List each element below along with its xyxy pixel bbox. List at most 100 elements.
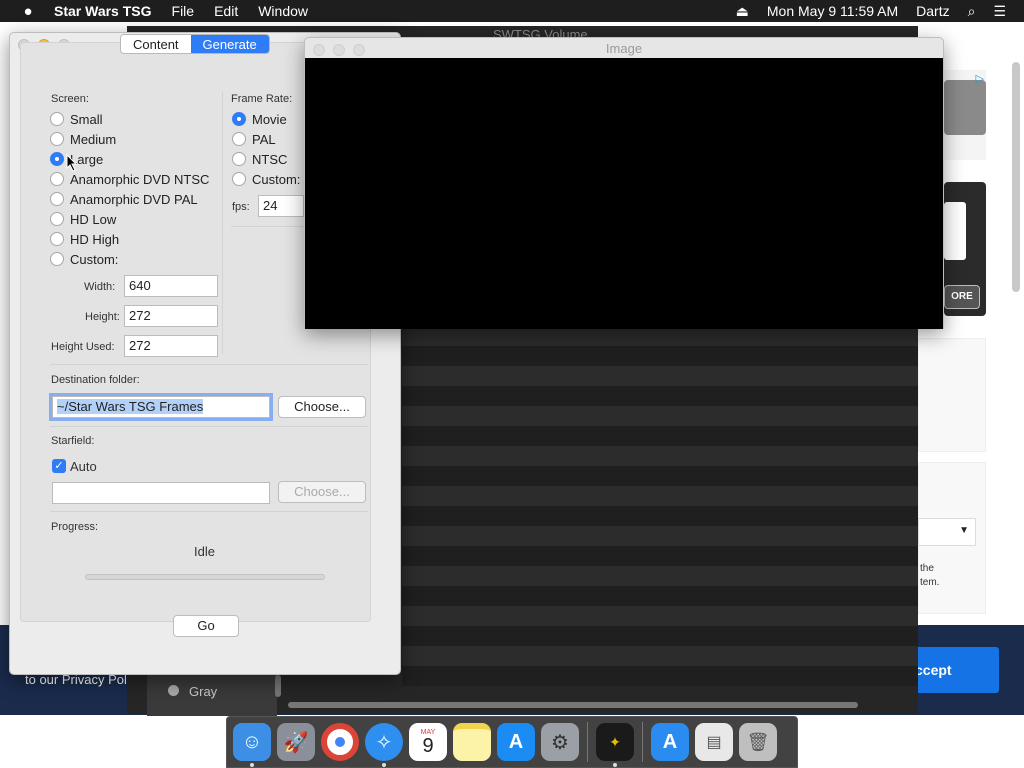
- width-label: Width:: [84, 281, 116, 293]
- height-label: Height:: [85, 311, 120, 323]
- destination-choose-button[interactable]: Choose...: [278, 396, 366, 418]
- launchpad-icon[interactable]: 🚀: [277, 723, 315, 761]
- progress-status: Idle: [194, 544, 215, 559]
- menu-edit[interactable]: Edit: [214, 3, 238, 19]
- auto-checkbox[interactable]: ✓: [52, 459, 66, 473]
- accept-button[interactable]: ccept: [905, 647, 999, 693]
- tab-generate[interactable]: Generate: [190, 35, 269, 53]
- image-canvas: [305, 58, 943, 329]
- horizontal-scrollbar[interactable]: [288, 702, 858, 708]
- eject-icon[interactable]: ⏏: [736, 3, 749, 20]
- image-window: Image: [304, 37, 944, 329]
- tab-content[interactable]: Content: [121, 35, 191, 53]
- starfield-choose-button: Choose...: [278, 481, 366, 503]
- destination-folder-label: Destination folder:: [51, 374, 140, 386]
- frame-rate-radio-pal[interactable]: PAL: [232, 131, 276, 147]
- fps-label: fps:: [232, 201, 250, 213]
- divider: [50, 426, 368, 427]
- list-item-gray[interactable]: Gray: [189, 684, 217, 699]
- menu-bar: ● Star Wars TSG File Edit Window ⏏ Mon M…: [0, 0, 1024, 22]
- screen-radio-hd-high[interactable]: HD High: [50, 231, 119, 247]
- documents-icon[interactable]: ▤: [695, 723, 733, 761]
- radio-icon: [232, 172, 246, 186]
- sidebar-scrollbar[interactable]: [275, 675, 281, 697]
- finder-icon[interactable]: ☺: [233, 723, 271, 767]
- screen-radio-anamorphic-pal[interactable]: Anamorphic DVD PAL: [50, 191, 198, 207]
- radio-icon: [50, 112, 64, 126]
- calendar-icon[interactable]: MAY 9: [409, 723, 447, 761]
- screen-radio-hd-low[interactable]: HD Low: [50, 211, 116, 227]
- dock: ☺ 🚀 ✧ MAY 9 A ⚙ ✦ A ▤ 🗑: [226, 716, 798, 768]
- menu-window[interactable]: Window: [258, 3, 308, 19]
- chevron-down-icon: ▼: [959, 525, 969, 536]
- radio-selected-icon: [50, 152, 64, 166]
- radio-icon: [50, 192, 64, 206]
- radio-icon: [50, 232, 64, 246]
- divider: [50, 511, 368, 512]
- page-panel: [918, 338, 986, 452]
- screen-radio-medium[interactable]: Medium: [50, 131, 116, 147]
- notification-center-icon[interactable]: ☰: [993, 3, 1006, 20]
- app-store-icon[interactable]: A: [497, 723, 535, 761]
- screen-label: Screen:: [51, 93, 89, 105]
- radio-selected-icon: [232, 112, 246, 126]
- fps-field[interactable]: 24: [258, 195, 304, 217]
- clock[interactable]: Mon May 9 11:59 AM: [767, 3, 898, 19]
- progress-label: Progress:: [51, 521, 99, 533]
- frame-rate-radio-movie[interactable]: Movie: [232, 111, 287, 127]
- notes-icon[interactable]: [453, 723, 491, 761]
- ad-card[interactable]: ▷: [944, 70, 986, 160]
- starfield-path-field[interactable]: [52, 482, 270, 504]
- go-button[interactable]: Go: [173, 615, 239, 637]
- safari-icon[interactable]: ✧: [365, 723, 403, 767]
- height-used-label: Height Used:: [51, 341, 115, 353]
- divider: [231, 226, 303, 227]
- radio-icon: [50, 212, 64, 226]
- list-stripes: [402, 326, 918, 686]
- frame-rate-label: Frame Rate:: [231, 93, 293, 105]
- page-dropdown[interactable]: ▼: [918, 518, 976, 546]
- system-preferences-icon[interactable]: ⚙: [541, 723, 579, 761]
- app-store-folder-icon[interactable]: A: [651, 723, 689, 761]
- divider: [50, 364, 368, 365]
- status-area: ⏏ Mon May 9 11:59 AM Dartz ⌕ ☰: [736, 0, 1024, 22]
- menu-file[interactable]: File: [172, 3, 195, 19]
- screen-radio-anamorphic-ntsc[interactable]: Anamorphic DVD NTSC: [50, 171, 209, 187]
- ad-image: [944, 80, 986, 135]
- starfield-label: Starfield:: [51, 435, 95, 447]
- radio-icon: [50, 252, 64, 266]
- page-text: the tem.: [920, 563, 940, 588]
- radio-icon: [50, 132, 64, 146]
- ad-box: [944, 202, 966, 260]
- height-used-field[interactable]: 272: [124, 335, 218, 357]
- trash-icon[interactable]: 🗑: [739, 723, 777, 761]
- divider: [222, 92, 223, 354]
- chrome-icon[interactable]: [321, 723, 359, 761]
- user-name[interactable]: Dartz: [916, 3, 949, 19]
- screen-radio-small[interactable]: Small: [50, 111, 103, 127]
- frame-rate-radio-custom[interactable]: Custom:: [232, 171, 300, 187]
- menu-app-name[interactable]: Star Wars TSG: [54, 3, 152, 19]
- radio-icon: [50, 172, 64, 186]
- ad-more-button[interactable]: ORE: [944, 285, 980, 309]
- image-window-title: Image: [605, 41, 643, 56]
- radio-icon: [232, 152, 246, 166]
- dock-separator: [587, 722, 588, 762]
- progress-bar: [85, 574, 325, 580]
- radio-icon: [232, 132, 246, 146]
- frame-rate-radio-ntsc[interactable]: NTSC: [232, 151, 287, 167]
- star-wars-tsg-icon[interactable]: ✦: [596, 723, 634, 767]
- tab-bar: Content Generate: [120, 34, 270, 54]
- gray-color-dot-icon: [168, 685, 179, 696]
- ad-banner[interactable]: ORE: [944, 182, 986, 316]
- width-field[interactable]: 640: [124, 275, 218, 297]
- adchoices-icon[interactable]: ▷: [976, 72, 984, 85]
- height-field[interactable]: 272: [124, 305, 218, 327]
- auto-label: Auto: [70, 459, 97, 474]
- spotlight-search-icon[interactable]: ⌕: [968, 3, 976, 20]
- screen-radio-custom[interactable]: Custom:: [50, 251, 118, 267]
- dock-separator: [642, 722, 643, 762]
- destination-folder-field[interactable]: ~/Star Wars TSG Frames: [52, 396, 270, 418]
- apple-icon[interactable]: ●: [20, 3, 36, 20]
- browser-scrollbar[interactable]: [1012, 62, 1020, 292]
